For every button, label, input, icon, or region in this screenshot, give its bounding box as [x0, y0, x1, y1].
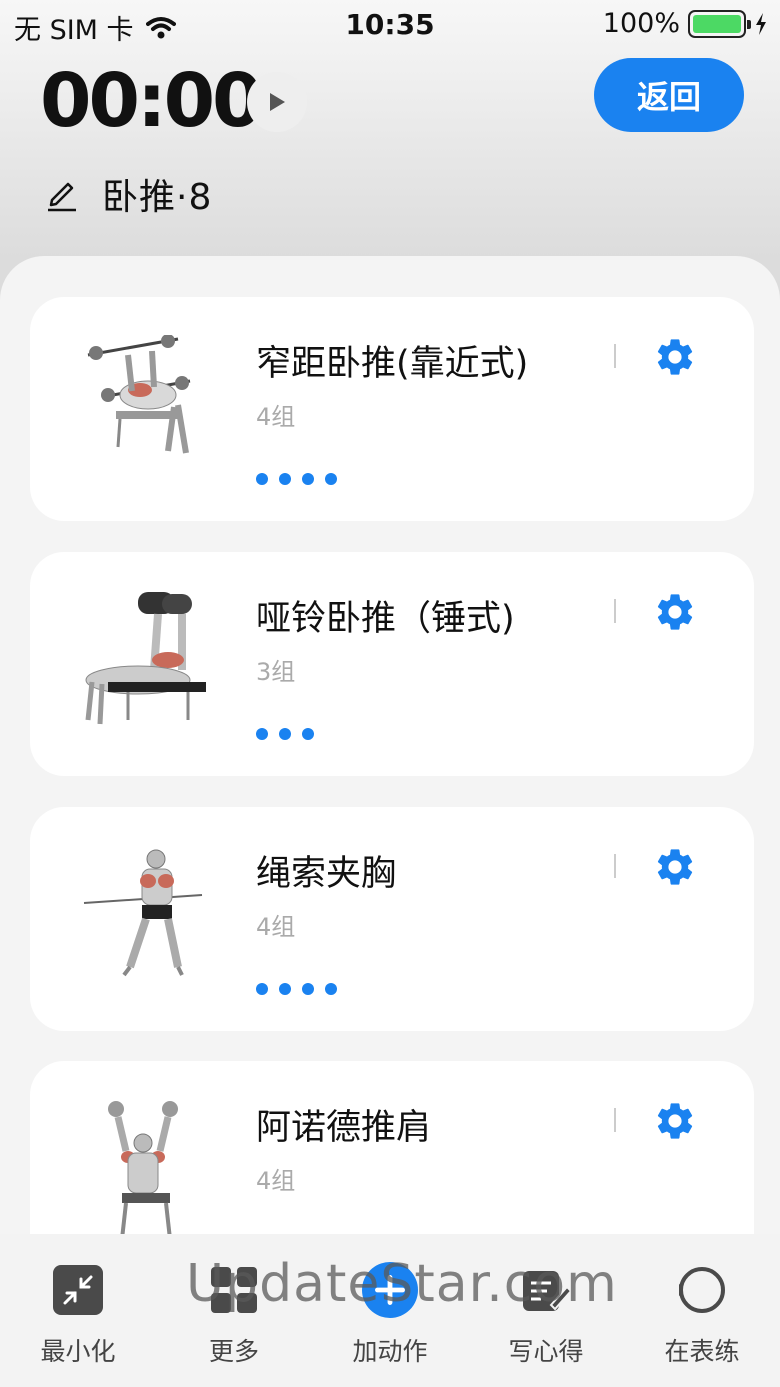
exercise-card[interactable]: 窄距卧推(靠近式) 4组: [30, 297, 754, 521]
add-exercise-label: 加动作: [352, 1337, 428, 1366]
more-label: 更多: [208, 1337, 259, 1366]
pencil-icon: [48, 182, 76, 212]
workout-timer: 00:00: [40, 58, 264, 144]
arnold-press-image: [108, 1101, 178, 1240]
divider: [614, 599, 616, 623]
watch-workout-label: 在表练: [664, 1337, 740, 1366]
exercise-sets: 4组: [256, 913, 296, 941]
charging-icon: [756, 12, 766, 35]
exercise-card[interactable]: 哑铃卧推（锤式) 3组: [30, 552, 754, 776]
dumbbell-press-image: [85, 592, 206, 725]
play-icon: [270, 93, 285, 111]
play-button[interactable]: [247, 72, 307, 132]
divider: [614, 344, 616, 368]
exercise-sets: 4组: [256, 403, 296, 431]
exercise-list: 窄距卧推(靠近式) 4组 哑铃卧推（锤式) 3组 绳索夹胸 4组 阿诺德推肩 4…: [0, 256, 780, 1387]
watch-workout-button[interactable]: 在表练: [624, 1234, 780, 1387]
gear-icon[interactable]: [653, 845, 697, 889]
back-button[interactable]: 返回: [594, 58, 744, 132]
set-dots: [256, 983, 337, 995]
plan-title: 卧推·8: [102, 177, 213, 218]
divider: [614, 1108, 616, 1132]
exercise-sets: 4组: [256, 1167, 296, 1195]
exercise-name: 阿诺德推肩: [256, 1108, 432, 1148]
add-icon: [362, 1262, 418, 1318]
bottom-toolbar: 最小化 更多 加动作 写心得 在表练: [0, 1234, 780, 1387]
exercise-name: 窄距卧推(靠近式): [256, 344, 529, 384]
cable-fly-image: [83, 849, 203, 977]
gear-icon[interactable]: [653, 335, 697, 379]
plan-title-row[interactable]: 卧推·8: [44, 168, 212, 220]
write-notes-button[interactable]: 写心得: [468, 1234, 624, 1387]
watch-icon: [674, 1262, 730, 1318]
divider: [614, 854, 616, 878]
bench-press-image: [87, 335, 191, 454]
write-notes-label: 写心得: [508, 1337, 584, 1366]
battery-percent: 100%: [602, 8, 680, 39]
exercise-name: 绳索夹胸: [256, 854, 397, 894]
set-dots: [256, 473, 337, 485]
set-dots: [256, 728, 314, 740]
minimize-button[interactable]: 最小化: [0, 1234, 156, 1387]
battery-icon: [688, 9, 751, 38]
exercise-sets: 3组: [256, 658, 296, 686]
minimize-icon: [50, 1262, 106, 1318]
minimize-label: 最小化: [40, 1337, 116, 1366]
add-exercise-button[interactable]: 加动作: [312, 1234, 468, 1387]
more-icon: [206, 1262, 262, 1318]
edit-note-icon: [518, 1262, 574, 1318]
exercise-card[interactable]: 绳索夹胸 4组: [30, 807, 754, 1031]
gear-icon[interactable]: [653, 1099, 697, 1143]
more-button[interactable]: 更多: [156, 1234, 312, 1387]
battery-status: 100%: [603, 8, 768, 39]
status-bar: 无 SIM 卡 10:35 100%: [0, 0, 780, 52]
exercise-name: 哑铃卧推（锤式): [256, 599, 515, 639]
gear-icon[interactable]: [653, 590, 697, 634]
